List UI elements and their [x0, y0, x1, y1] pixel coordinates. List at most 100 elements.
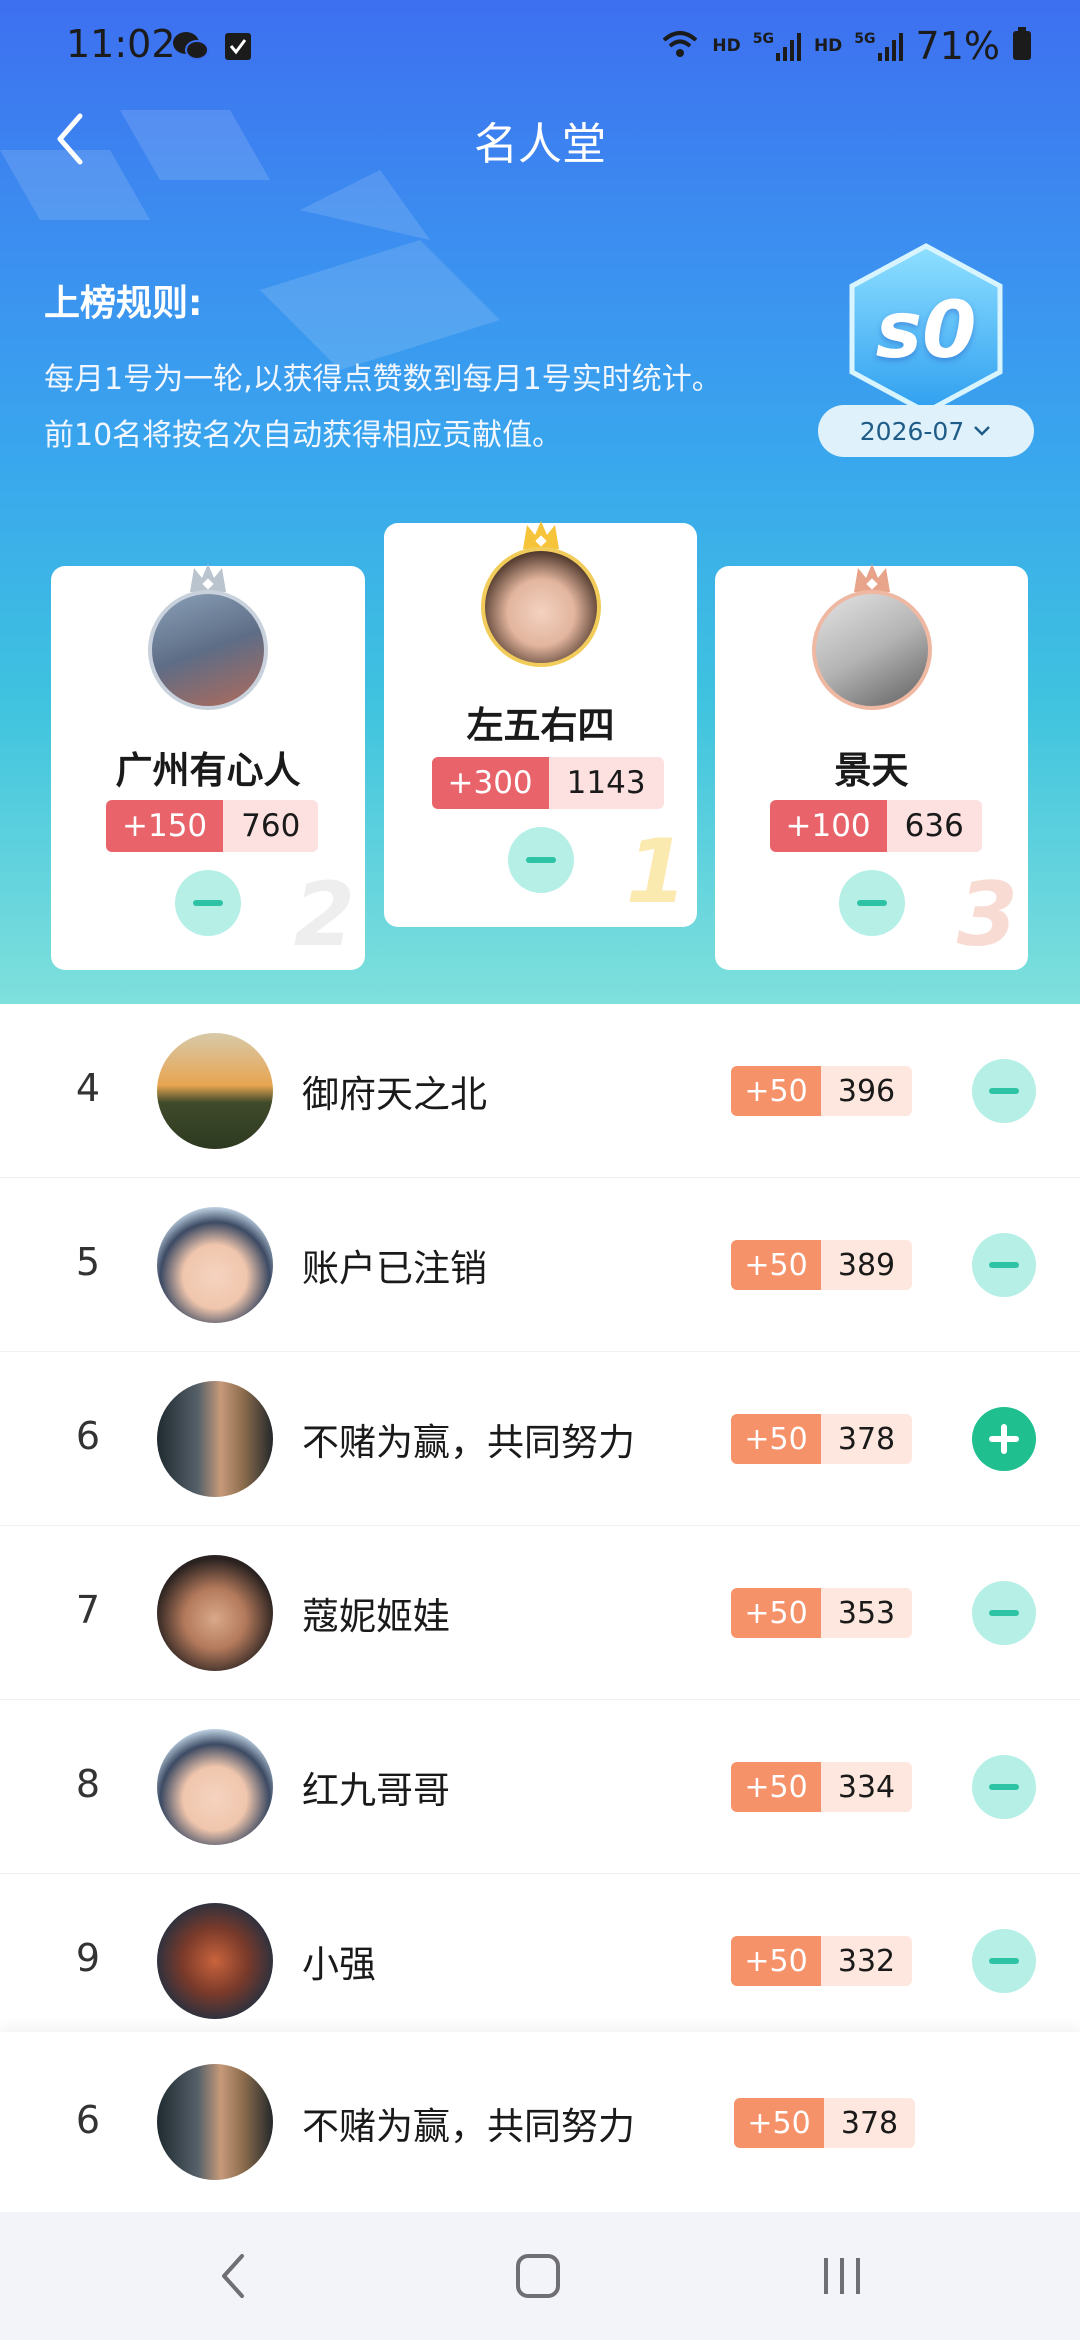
user-name: 御府天之北: [302, 1073, 487, 1116]
score-badge: +50 378: [731, 1414, 912, 1464]
score-bonus: +100: [769, 800, 887, 852]
user-name: 账户已注销: [302, 1247, 487, 1290]
score-badge: +100 636: [769, 800, 982, 852]
season-label: s0: [875, 286, 977, 376]
minus-icon[interactable]: [972, 1929, 1036, 1993]
list-item[interactable]: 6 不赌为赢，共同努力 +50 378: [0, 1352, 1080, 1526]
podium-third-place[interactable]: 景天 +100 636 3: [715, 564, 1028, 970]
month-value: 2026-07: [859, 416, 965, 446]
network-label-2: 5G: [854, 31, 876, 47]
system-home-button[interactable]: [508, 2246, 568, 2306]
avatar[interactable]: [157, 2064, 273, 2180]
rank-number: 8: [75, 1762, 101, 1806]
score-total: 332: [821, 1936, 912, 1986]
page-title: 名人堂: [474, 119, 606, 170]
podium-name: 广州有心人: [115, 749, 301, 792]
signal-icon-1: 5G: [753, 31, 802, 61]
score-badge: +50 378: [734, 2098, 915, 2148]
score-bonus: +50: [731, 1936, 821, 1986]
signal-icon-2: 5G: [854, 31, 903, 61]
user-name: 小强: [302, 1943, 376, 1986]
avatar[interactable]: [148, 590, 268, 710]
minus-icon[interactable]: [972, 1233, 1036, 1297]
score-badge: +50 396: [731, 1066, 912, 1116]
rules-text-line-2: 前10名将按名次自动获得相应贡献值。: [44, 418, 563, 453]
score-total: 378: [824, 2098, 915, 2148]
minus-icon[interactable]: [838, 870, 905, 936]
avatar[interactable]: [157, 1207, 273, 1323]
system-back-button[interactable]: [206, 2246, 266, 2306]
score-badge: +50 389: [731, 1240, 912, 1290]
rank-number: 5: [75, 1240, 101, 1284]
user-name: 红九哥哥: [302, 1769, 450, 1812]
score-total: 353: [821, 1588, 912, 1638]
score-bonus: +50: [731, 1762, 821, 1812]
list-item[interactable]: 5 账户已注销 +50 389: [0, 1178, 1080, 1352]
rank-number: 9: [75, 1936, 101, 1980]
score-badge: +50 353: [731, 1588, 912, 1638]
minus-icon[interactable]: [972, 1059, 1036, 1123]
system-navigation-bar: [0, 2212, 1080, 2340]
recents-icon: [824, 2258, 860, 2294]
checkbox-notification-icon: [224, 31, 252, 65]
home-icon: [516, 2254, 560, 2298]
minus-icon[interactable]: [972, 1581, 1036, 1645]
rules-title: 上榜规则:: [44, 283, 203, 324]
status-time: 11:02: [66, 22, 176, 66]
score-bonus: +50: [731, 1414, 821, 1464]
wechat-icon: [172, 30, 210, 66]
rank-number: 7: [75, 1588, 101, 1632]
rank-number: 6: [75, 2098, 101, 2142]
list-item[interactable]: 8 红九哥哥 +50 334: [0, 1700, 1080, 1874]
rules-text-line-1: 每月1号为一轮,以获得点赞数到每月1号实时统计。: [44, 362, 722, 397]
back-icon: [222, 2254, 244, 2298]
month-selector[interactable]: 2026-07: [818, 405, 1034, 457]
network-label-1: 5G: [752, 31, 774, 47]
score-total: 378: [821, 1414, 912, 1464]
podium-first-place[interactable]: 左五右四 +300 1143 1: [384, 521, 697, 927]
user-name: 蔻妮姬娃: [302, 1595, 450, 1638]
score-total: 760: [223, 800, 319, 852]
rank-number: 2: [293, 863, 355, 966]
score-total: 1143: [548, 757, 664, 809]
score-badge: +300 1143: [431, 757, 664, 809]
podium-name: 景天: [834, 749, 909, 792]
score-badge: +50 332: [731, 1936, 912, 1986]
rank-number: 4: [75, 1066, 101, 1110]
avatar[interactable]: [811, 590, 932, 710]
chevron-down-icon: [974, 426, 991, 436]
score-bonus: +50: [734, 2098, 824, 2148]
ranking-list: 4 御府天之北 +50 396 5 账户已注销 +50 389 6 不赌为赢，共…: [0, 1004, 1080, 2048]
score-bonus: +300: [431, 757, 549, 809]
avatar[interactable]: [157, 1381, 273, 1497]
hd-label-1: HD: [712, 36, 741, 56]
score-bonus: +50: [731, 1066, 821, 1116]
podium-second-place[interactable]: 广州有心人 +150 760 2: [51, 564, 365, 970]
score-total: 389: [821, 1240, 912, 1290]
list-item[interactable]: 4 御府天之北 +50 396: [0, 1004, 1080, 1178]
my-rank-row[interactable]: 6 不赌为赢，共同努力 +50 378: [0, 2032, 1080, 2212]
avatar[interactable]: [157, 1033, 273, 1149]
score-badge: +50 334: [731, 1762, 912, 1812]
rank-number: 3: [956, 863, 1018, 966]
wifi-icon: [660, 28, 700, 64]
rank-number: 6: [75, 1414, 101, 1458]
list-item[interactable]: 7 蔻妮姬娃 +50 353: [0, 1526, 1080, 1700]
plus-icon[interactable]: [972, 1407, 1036, 1471]
minus-icon[interactable]: [175, 870, 241, 936]
system-recents-button[interactable]: [812, 2246, 872, 2306]
avatar[interactable]: [480, 547, 601, 667]
list-item[interactable]: 9 小强 +50 332: [0, 1874, 1080, 2048]
score-badge: +150 760: [106, 800, 319, 852]
avatar[interactable]: [157, 1903, 273, 2019]
battery-percent: 71%: [915, 24, 1000, 68]
score-total: 636: [886, 800, 982, 852]
rank-number: 1: [625, 820, 687, 923]
avatar[interactable]: [157, 1729, 273, 1845]
score-bonus: +50: [731, 1240, 821, 1290]
minus-icon[interactable]: [972, 1755, 1036, 1819]
user-name: 不赌为赢，共同努力: [302, 1421, 635, 1464]
battery-icon: [1012, 27, 1032, 65]
avatar[interactable]: [157, 1555, 273, 1671]
minus-icon[interactable]: [507, 827, 574, 893]
